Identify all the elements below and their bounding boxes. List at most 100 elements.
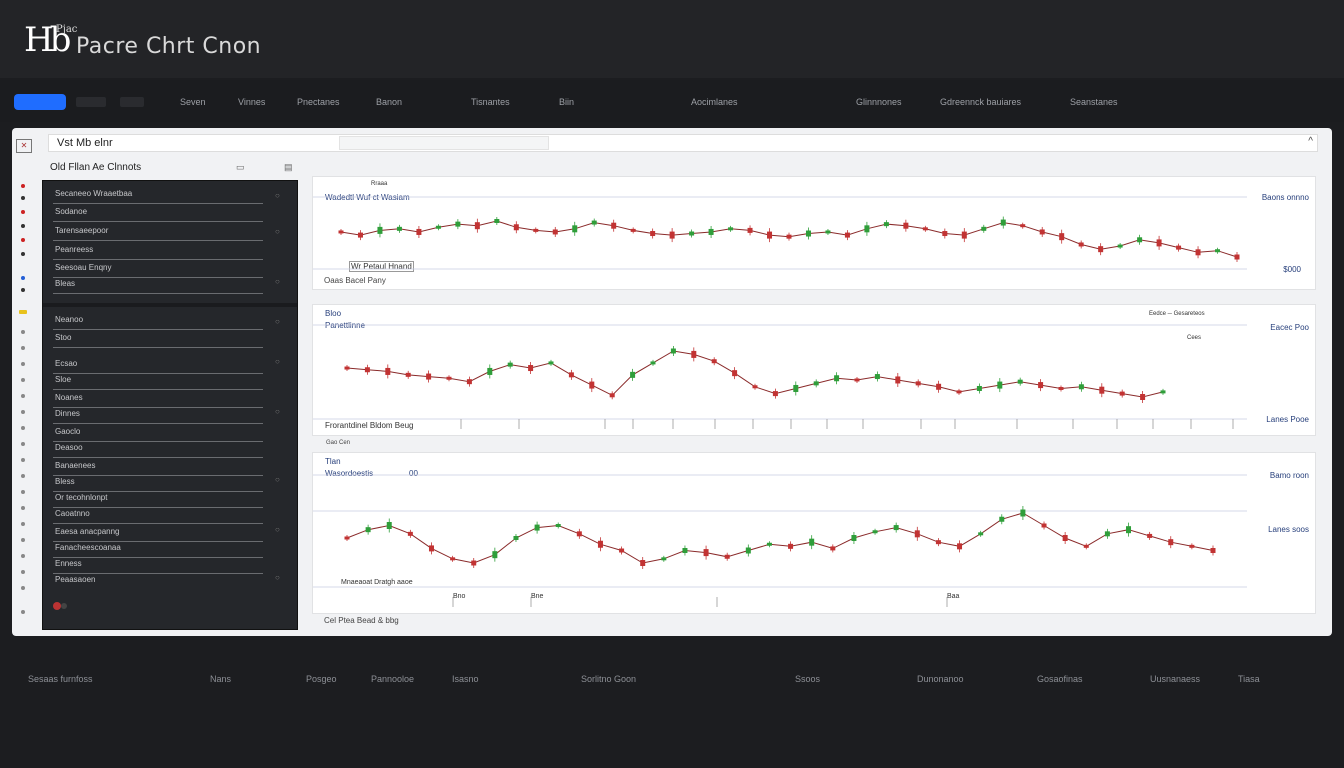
sidebar-item[interactable]: Banaenees [53,459,263,476]
nav-item[interactable]: Aocimlanes [691,97,738,107]
nav-item[interactable]: Seanstanes [1070,97,1118,107]
item-options-icon[interactable]: ○ [275,227,280,236]
sidebar-item[interactable]: Sloe [53,373,263,390]
sidebar-item[interactable]: Caoatnno [53,507,263,524]
nav-item[interactable]: Banon [376,97,402,107]
app-header: Hb Pjac Pacre Chrt Cnon [0,0,1344,78]
sidebar-item[interactable]: Stoo [53,331,263,348]
sidebar-item[interactable]: Tarensaeepoor [53,224,263,241]
nav-item[interactable]: Gdreennck bauiares [940,97,1021,107]
user-avatar-icon[interactable] [51,599,69,613]
item-options-icon[interactable]: ○ [275,191,280,200]
footer-link[interactable]: Isasno [452,674,479,684]
minimize-icon[interactable]: ▭ [236,162,245,173]
sidebar-item[interactable]: Peanreess [53,243,263,260]
item-options-icon[interactable]: ○ [275,357,280,366]
sidebar-item[interactable]: Bless [53,475,263,492]
tool-icon[interactable] [21,490,25,494]
footer-link[interactable]: Dunonanoo [917,674,964,684]
chart-panel-2[interactable]: Bloo Panettlinne Eacec Poo Lanes Pooe Ee… [312,304,1316,436]
close-panel-button[interactable]: ✕ [16,139,32,153]
tool-icon[interactable] [21,570,25,574]
item-options-icon[interactable]: ○ [275,573,280,582]
candle-body [1017,379,1023,384]
sidebar-item[interactable]: Enness [53,557,263,574]
candle-body [507,362,513,367]
collapse-icon[interactable]: ^ [1308,136,1313,147]
sidebar-item[interactable]: Eaesa anacpanng [53,525,263,542]
tool-icon[interactable] [21,378,25,382]
tool-icon[interactable] [21,288,25,292]
nav-item[interactable]: Glinnnones [856,97,902,107]
tool-icon[interactable] [21,346,25,350]
tool-icon[interactable] [21,210,25,214]
tool-icon[interactable] [21,522,25,526]
sidebar-item[interactable]: Gaoclo [53,425,263,442]
nav-item[interactable]: Pnectanes [297,97,340,107]
nav-item[interactable]: Tisnantes [471,97,510,107]
sidebar-item[interactable]: Or tecohnlonpt [53,491,263,508]
sidebar-item[interactable]: Dinnes [53,407,263,424]
candle-body [893,525,899,531]
highlight-icon[interactable] [19,310,27,314]
menu-icon[interactable]: ▤ [284,162,293,173]
sidebar-item[interactable]: Noanes [53,391,263,408]
sidebar-item[interactable]: Ecsao [53,357,263,374]
sidebar-item[interactable]: Bleas [53,277,263,294]
toolbar-search-input[interactable] [339,136,549,150]
sidebar-item[interactable]: Fanacheescoanaa [53,541,263,558]
tool-icon[interactable] [21,474,25,478]
tool-icon[interactable] [21,610,25,614]
tool-icon[interactable] [21,458,25,462]
item-options-icon[interactable]: ○ [275,317,280,326]
sidebar-item[interactable]: Seesoau Enqny [53,261,263,278]
footer-link[interactable]: Posgeo [306,674,337,684]
tool-icon[interactable] [21,538,25,542]
tool-icon[interactable] [21,394,25,398]
item-options-icon[interactable]: ○ [275,407,280,416]
tool-icon[interactable] [21,276,25,280]
tool-icon[interactable] [21,554,25,558]
sidebar-item[interactable]: Secaneeo Wraaetbaa [53,187,263,204]
tool-icon[interactable] [21,586,25,590]
tool-icon[interactable] [21,238,25,242]
footer-link[interactable]: Ssoos [795,674,820,684]
tool-icon[interactable] [21,442,25,446]
sidebar-item[interactable]: Deasoo [53,441,263,458]
chart-panel-1[interactable]: Rraaa Wadedtl Wuf ct Wasiam Baons onnno … [312,176,1316,290]
sidebar-item-label: Banaenees [55,461,96,470]
footer-link[interactable]: Uusnanaess [1150,674,1200,684]
footer-link[interactable]: Sesaas furnfoss [28,674,93,684]
candle-body [957,543,963,550]
sidebar-item[interactable]: Sodanoe [53,205,263,222]
footer-link[interactable]: Gosaofinas [1037,674,1083,684]
candle-body [747,227,753,233]
sidebar-item-label: Enness [55,559,82,568]
footer-link[interactable]: Sorlitno Goon [581,674,636,684]
tool-icon[interactable] [21,252,25,256]
candle-body [661,557,667,561]
primary-nav-button[interactable] [14,94,66,110]
nav-item[interactable]: Vinnes [238,97,265,107]
tool-icon[interactable] [21,426,25,430]
tool-icon[interactable] [21,362,25,366]
tool-icon[interactable] [21,506,25,510]
tool-icon[interactable] [21,196,25,200]
item-options-icon[interactable]: ○ [275,277,280,286]
item-options-icon[interactable]: ○ [275,475,280,484]
footer-link[interactable]: Tiasa [1238,674,1260,684]
nav-item[interactable]: Seven [180,97,206,107]
nav-item[interactable]: Biin [559,97,574,107]
footer-link[interactable]: Nans [210,674,231,684]
tool-icon[interactable] [21,184,25,188]
tool-icon[interactable] [21,224,25,228]
tool-icon[interactable] [21,410,25,414]
sidebar-item[interactable]: Neanoo [53,313,263,330]
sidebar-item[interactable]: Peaasaoen [53,573,263,589]
chart-panel-3[interactable]: Tlan Wasordoestis 00 Bamo roon Lanes soo… [312,452,1316,614]
item-options-icon[interactable]: ○ [275,525,280,534]
candle-body [915,381,921,386]
footer-link[interactable]: Pannooloe [371,674,414,684]
candle-body [793,384,799,392]
tool-icon[interactable] [21,330,25,334]
